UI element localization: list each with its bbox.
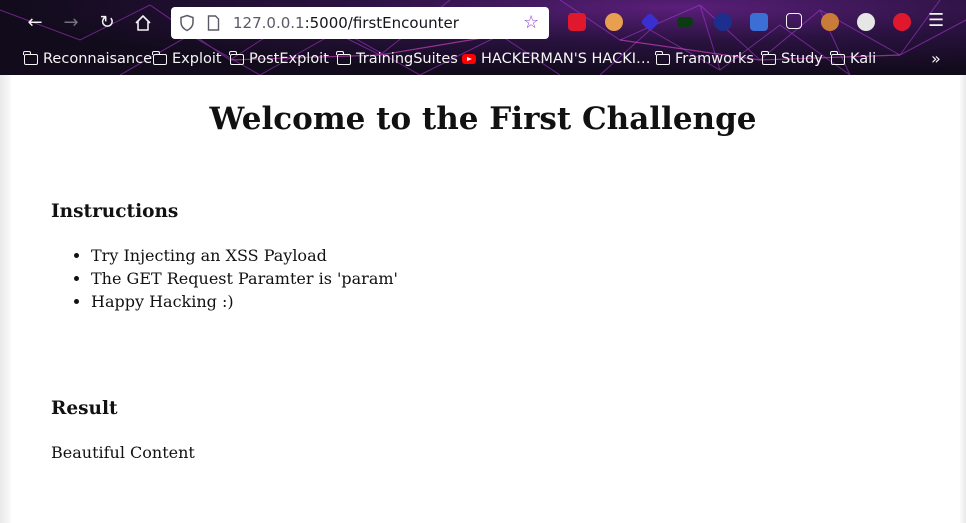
bookmarks-bar: Reconnaisance Exploit PostExploit Traini… — [0, 46, 966, 72]
page-icon[interactable] — [207, 15, 220, 31]
list-item: The GET Request Paramter is 'param' — [91, 267, 398, 290]
extension-mask-icon[interactable] — [857, 13, 875, 31]
extension-m-icon[interactable] — [893, 13, 911, 31]
folder-icon — [229, 50, 244, 65]
forward-icon[interactable]: → — [59, 11, 83, 35]
instructions-list: Try Injecting an XSS Payload The GET Req… — [51, 244, 398, 313]
folder-icon — [655, 50, 670, 65]
bookmark-reconnaisance[interactable]: Reconnaisance — [23, 50, 153, 68]
extension-wappalyzer-icon[interactable] — [714, 13, 732, 31]
extension-terminal-icon[interactable] — [677, 17, 693, 27]
extension-lock-icon[interactable] — [568, 13, 586, 31]
navigation-toolbar: ← → ↻ 127.0.0.1:5000/firstEncounter ☆ ☰ — [0, 0, 966, 45]
viewport-edge-right — [960, 75, 966, 523]
address-bar[interactable]: 127.0.0.1:5000/firstEncounter ☆ — [171, 7, 549, 39]
bookmark-label: Framworks — [675, 51, 754, 67]
result-heading: Result — [51, 398, 118, 419]
instructions-heading: Instructions — [51, 201, 179, 222]
folder-icon — [152, 50, 167, 65]
bookmark-label: Kali — [850, 51, 877, 67]
bookmark-label: Exploit — [172, 51, 222, 67]
url-text[interactable]: 127.0.0.1:5000/firstEncounter — [233, 14, 459, 32]
back-icon[interactable]: ← — [23, 11, 47, 35]
bookmark-framworks[interactable]: Framworks — [655, 50, 754, 68]
bookmark-hackerman[interactable]: HACKERMAN'S HACKI… — [462, 50, 651, 68]
url-path: :5000/firstEncounter — [304, 14, 459, 32]
bookmark-study[interactable]: Study — [761, 50, 823, 68]
youtube-icon — [462, 54, 476, 64]
menu-icon[interactable]: ☰ — [928, 10, 944, 31]
folder-icon — [761, 50, 776, 65]
bookmark-star-icon[interactable]: ☆ — [523, 12, 539, 33]
list-item: Try Injecting an XSS Payload — [91, 244, 398, 267]
extension-calendar-icon[interactable] — [750, 13, 768, 31]
bookmark-label: HACKERMAN'S HACKI… — [481, 51, 651, 67]
bookmark-trainingsuites[interactable]: TrainingSuites — [336, 50, 458, 68]
viewport-edge-left — [0, 75, 11, 523]
page-title: Welcome to the First Challenge — [209, 101, 757, 137]
extension-cookie-icon[interactable] — [605, 13, 623, 31]
bookmark-label: PostExploit — [249, 51, 329, 67]
result-text: Beautiful Content — [51, 443, 195, 462]
folder-icon — [830, 50, 845, 65]
chevron-more-icon[interactable]: » — [931, 49, 941, 68]
bookmark-postexploit[interactable]: PostExploit — [229, 50, 329, 68]
list-item: Happy Hacking :) — [91, 290, 398, 313]
folder-icon — [23, 50, 38, 65]
bookmark-kali[interactable]: Kali — [830, 50, 877, 68]
bookmark-exploit[interactable]: Exploit — [152, 50, 222, 68]
extensions-puzzle-icon[interactable] — [786, 13, 802, 29]
extension-diamond-icon[interactable] — [640, 12, 660, 32]
bookmark-label: TrainingSuites — [356, 51, 458, 67]
shield-icon[interactable] — [179, 14, 195, 32]
reload-icon[interactable]: ↻ — [95, 11, 119, 35]
extension-cookie-editor-icon[interactable] — [821, 13, 839, 31]
folder-icon — [336, 50, 351, 65]
browser-chrome: ← → ↻ 127.0.0.1:5000/firstEncounter ☆ ☰ … — [0, 0, 966, 75]
url-host: 127.0.0.1 — [233, 14, 305, 32]
bookmark-label: Study — [781, 51, 823, 67]
bookmark-label: Reconnaisance — [43, 51, 153, 67]
home-icon[interactable] — [131, 11, 155, 35]
